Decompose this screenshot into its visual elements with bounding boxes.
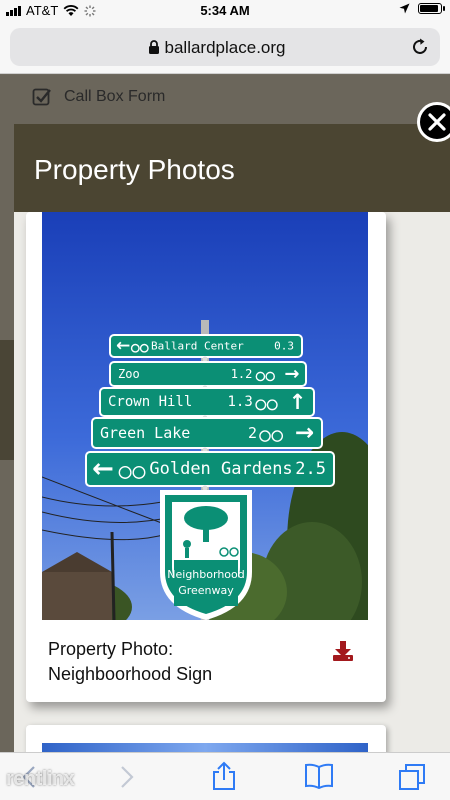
direction-sign: → Zoo 1.2	[109, 361, 307, 387]
modal-header: Property Photos	[14, 124, 450, 212]
caption-line1: Property Photo:	[48, 639, 174, 659]
direction-sign: → Green Lake 2	[91, 417, 323, 449]
status-time: 5:34 AM	[200, 3, 250, 18]
property-photos-modal: Property Photos ← Ballard Center 0.3 → Z…	[14, 124, 450, 764]
photo-card[interactable]: ← Ballard Center 0.3 → Zoo 1.2 ↑ Crown Hill 1.3 →…	[26, 212, 386, 702]
close-modal-button[interactable]	[417, 102, 450, 142]
download-icon[interactable]	[332, 640, 354, 662]
close-icon	[428, 113, 446, 131]
forward-icon[interactable]	[120, 765, 134, 789]
sign-distance: 2.5	[295, 459, 326, 479]
sign-bolt	[202, 485, 208, 491]
greenway-line1: Neighborhood	[167, 568, 244, 581]
sign-distance: 0.3	[274, 340, 294, 353]
sign-distance: 2	[248, 424, 257, 442]
sign-arrow-icon: ←	[116, 336, 130, 356]
status-right	[399, 3, 445, 14]
share-icon[interactable]	[212, 761, 236, 791]
call-box-form-link[interactable]: Call Box Form	[32, 87, 165, 107]
sign-destination: Green Lake	[100, 424, 190, 442]
direction-sign: ↑ Crown Hill 1.3	[99, 387, 315, 417]
sign-bolt	[202, 356, 208, 362]
sign-distance: 1.2	[231, 367, 253, 381]
bookmarks-icon[interactable]	[304, 763, 334, 789]
side-strip	[0, 340, 14, 460]
sign-distance: 1.3	[228, 394, 253, 410]
tabs-icon[interactable]	[398, 763, 426, 791]
battery-icon	[418, 3, 445, 14]
status-bar: AT&T 5:34 AM	[0, 0, 450, 22]
greenway-sign: Neighborhood Greenway	[160, 490, 252, 620]
checkbox-icon	[32, 88, 51, 106]
sign-destination: Crown Hill	[108, 394, 192, 410]
reload-icon[interactable]	[410, 37, 430, 57]
street-sign-photo: ← Ballard Center 0.3 → Zoo 1.2 ↑ Crown Hill 1.3 →…	[42, 212, 368, 620]
greenway-line2: Greenway	[178, 584, 234, 597]
modal-body[interactable]: ← Ballard Center 0.3 → Zoo 1.2 ↑ Crown Hill 1.3 →…	[14, 212, 450, 764]
sign-arrow-icon: →	[295, 420, 314, 446]
sign-arrow-icon: ↑	[289, 390, 307, 414]
location-arrow-icon	[399, 3, 410, 14]
caption-line2: Neighboorhood Sign	[48, 664, 213, 684]
sign-destination: Ballard Center	[151, 340, 244, 353]
address-bar[interactable]: ballardplace.org	[10, 28, 440, 66]
modal-title: Property Photos	[34, 154, 235, 185]
property-photo[interactable]: ← Ballard Center 0.3 → Zoo 1.2 ↑ Crown Hill 1.3 →…	[42, 212, 368, 620]
url-text[interactable]: ballardplace.org	[10, 38, 440, 58]
direction-sign: ← Ballard Center 0.3	[109, 334, 303, 358]
photo-caption: Property Photo: Neighboorhood Sign	[48, 637, 308, 687]
sign-arrow-icon: →	[284, 364, 299, 385]
call-box-form-label: Call Box Form	[64, 88, 166, 105]
browser-top-bar: ballardplace.org	[0, 22, 450, 74]
battery-fill	[420, 5, 438, 12]
sign-destination: Golden Gardens	[149, 459, 292, 479]
direction-sign: ← Golden Gardens 2.5	[85, 451, 335, 487]
watermark: rentlinx	[6, 768, 75, 790]
sign-destination: Zoo	[118, 367, 140, 381]
sign-arrow-icon: ←	[92, 454, 114, 484]
